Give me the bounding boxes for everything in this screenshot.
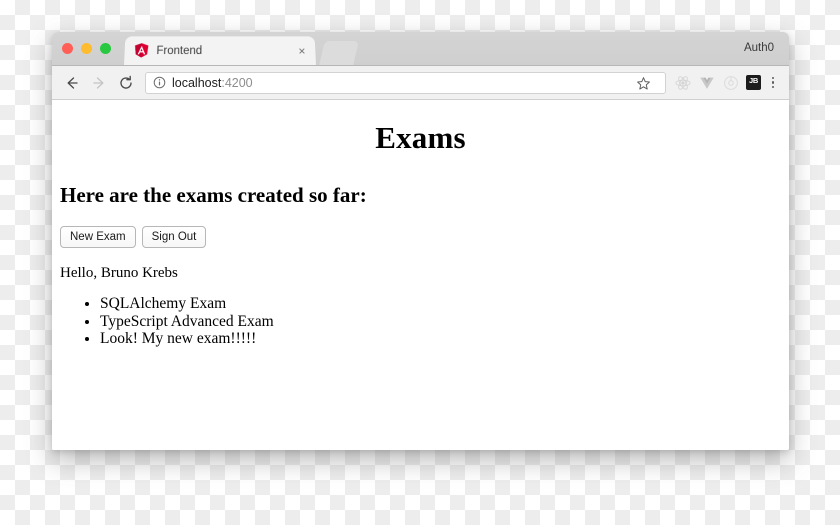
close-window-button[interactable]: [62, 43, 73, 54]
browser-toolbar: localhost:4200 JB: [52, 66, 789, 100]
bookmark-button[interactable]: [633, 73, 653, 93]
browser-tab-frontend[interactable]: Frontend ×: [124, 36, 316, 65]
react-devtools-icon[interactable]: [674, 74, 691, 91]
address-bar[interactable]: localhost:4200: [145, 71, 666, 94]
info-circle-icon[interactable]: [153, 76, 166, 89]
three-dot-menu-icon[interactable]: [765, 74, 781, 92]
vue-devtools-icon[interactable]: [698, 74, 715, 91]
tab-strip: Frontend × Auth0: [52, 32, 789, 66]
page-title: Exams: [375, 120, 466, 155]
exam-list: SQLAlchemy Exam TypeScript Advanced Exam…: [60, 295, 781, 347]
reload-icon: [120, 75, 132, 89]
window-controls: [62, 43, 111, 54]
maximize-window-button[interactable]: [100, 43, 111, 54]
target-icon[interactable]: [722, 74, 739, 91]
extension-icons: JB: [674, 74, 761, 91]
url-display: localhost:4200: [172, 76, 253, 90]
sign-out-button[interactable]: Sign Out: [141, 226, 207, 249]
page-viewport: Exams Here are the exams created so far:…: [52, 120, 789, 450]
section-subtitle: Here are the exams created so far:: [60, 183, 367, 207]
reload-button[interactable]: [114, 71, 138, 95]
url-port: :4200: [221, 75, 253, 90]
new-exam-button[interactable]: New Exam: [60, 226, 136, 249]
star-icon: [636, 76, 650, 90]
tab-title: Frontend: [156, 44, 203, 57]
minimize-window-button[interactable]: [81, 43, 92, 54]
jetbrains-icon[interactable]: JB: [746, 75, 761, 90]
action-button-row: New Exam Sign Out: [60, 226, 781, 249]
angular-logo-icon: [134, 43, 149, 58]
list-item: SQLAlchemy Exam: [100, 295, 781, 312]
profile-button[interactable]: Auth0: [739, 40, 779, 56]
menu-dot: [771, 85, 775, 89]
back-arrow-icon: [67, 76, 78, 89]
forward-button[interactable]: [87, 71, 111, 95]
browser-window: Frontend × Auth0 localhost:4200 JB Exams…: [52, 32, 789, 450]
back-button[interactable]: [60, 71, 84, 95]
menu-dot: [771, 76, 775, 80]
user-greeting: Hello, Bruno Krebs: [60, 265, 178, 282]
forward-arrow-icon: [93, 76, 104, 89]
list-item: TypeScript Advanced Exam: [100, 313, 781, 330]
url-host: localhost: [172, 75, 222, 90]
new-tab-button[interactable]: [319, 41, 359, 65]
list-item: Look! My new exam!!!!!: [100, 330, 781, 347]
close-tab-icon[interactable]: ×: [296, 44, 307, 58]
menu-dot: [771, 81, 775, 84]
